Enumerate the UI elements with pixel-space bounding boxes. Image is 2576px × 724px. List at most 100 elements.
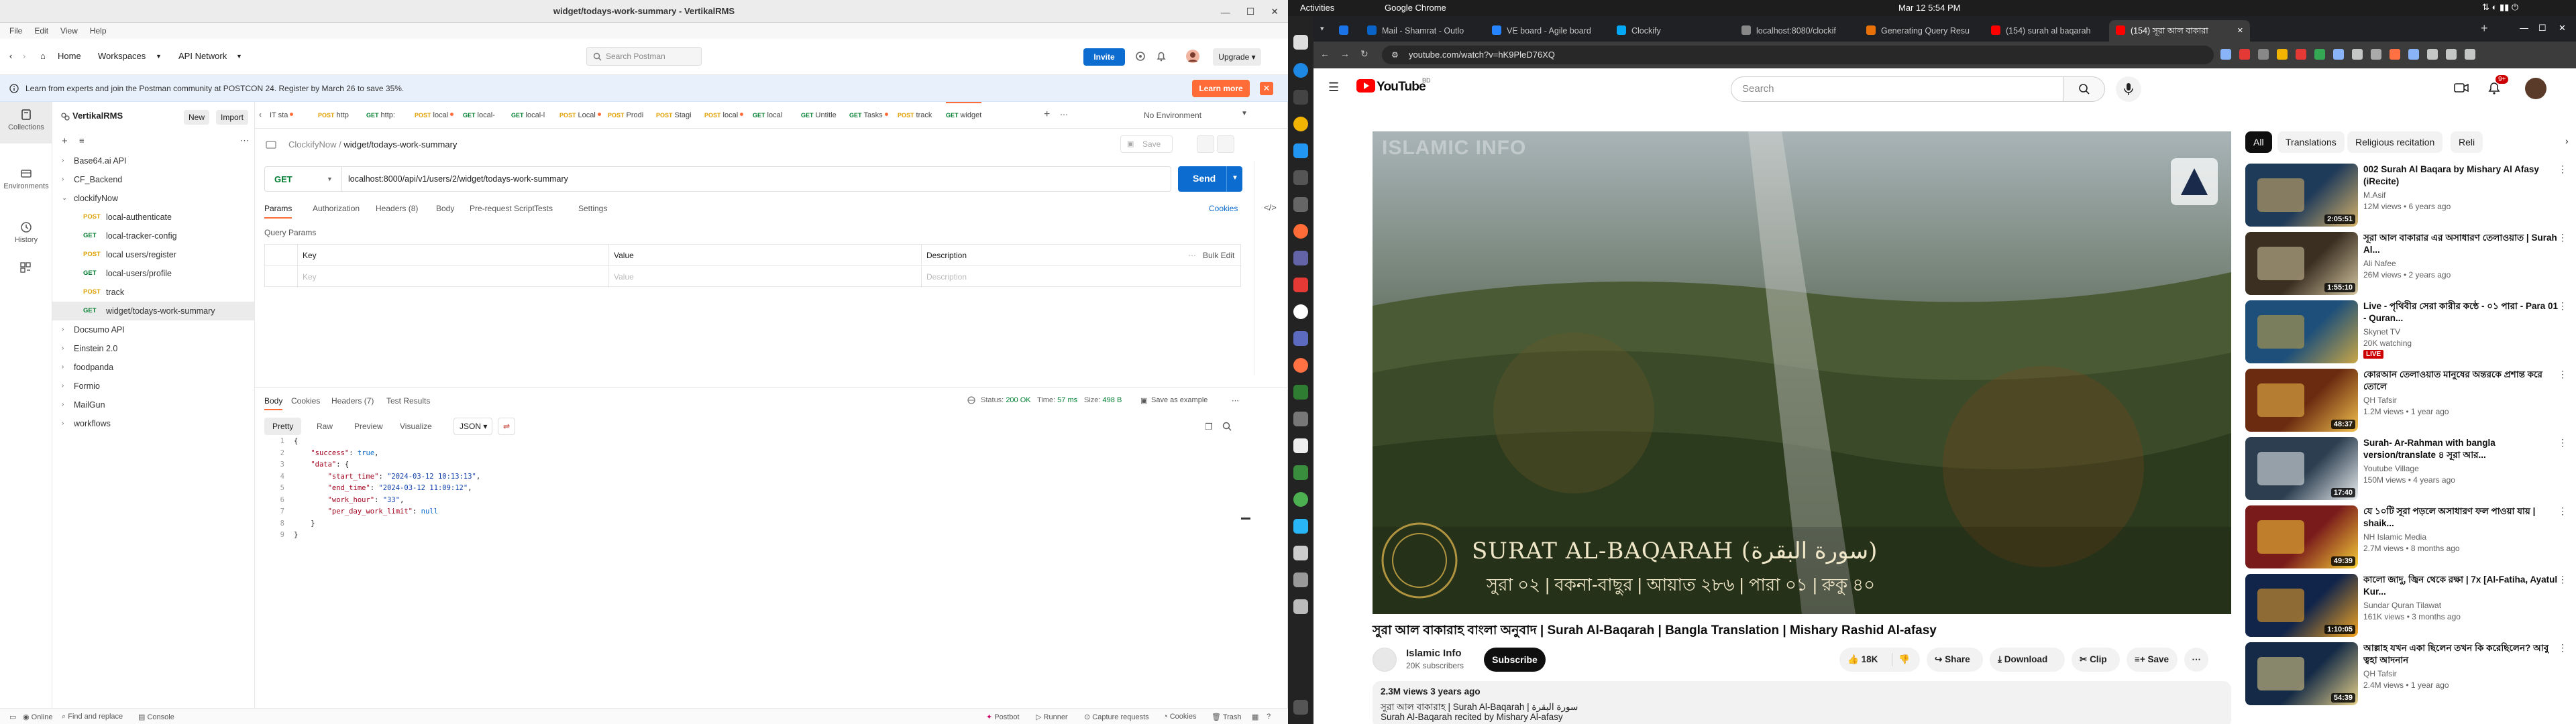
more-actions-icon[interactable]: ⋮ [2558,369,2567,380]
video-thumbnail[interactable]: 1:55:10 [2245,232,2358,295]
tab-authorization[interactable]: Authorization [313,204,360,213]
grid-icon[interactable]: ▦ [1252,713,1258,721]
related-video-channel[interactable]: Skynet TV [2363,327,2400,337]
wrap-lines-icon[interactable]: ⇌ [498,418,515,435]
chevron-right-icon[interactable]: › [62,339,64,358]
trash-button[interactable]: 🗑 Trash [1212,713,1242,721]
related-video-item[interactable]: 1:10:05 কালো জাদু, জ্বিন থেকে রক্ষা | 7x … [2245,574,2567,637]
extension-icon[interactable] [2277,49,2288,60]
clock[interactable]: Mar 12 5:54 PM [1898,3,1961,13]
upgrade-button[interactable]: Upgrade ▾ [1213,48,1261,66]
address-bar[interactable]: ⚙ youtube.com/watch?v=hK9PleD76XQ [1382,46,2214,64]
filter-chip[interactable]: All [2245,131,2272,153]
related-video-channel[interactable]: Youtube Village [2363,464,2419,473]
request-tab[interactable]: GET local-l [511,102,545,129]
related-video-title[interactable]: Live - পৃথিবীর সেরা কারীর কন্ঠে - ০১ পার… [2363,300,2562,324]
url-input[interactable]: localhost:8000/api/v1/users/2/widget/tod… [348,174,568,184]
related-video-item[interactable]: 49:39 যে ১০টি সূরা পড়লে অসাধারণ ফল পাওয়… [2245,505,2567,568]
invite-button[interactable]: Invite [1083,48,1125,66]
sidebar-item-history[interactable]: History [0,221,52,244]
extension-icon[interactable] [2352,49,2363,60]
maximize-icon[interactable]: ☐ [1246,6,1255,17]
calculator-icon[interactable] [1293,197,1308,212]
format-tab[interactable]: Pretty [264,418,302,435]
collection-folder[interactable]: › Formio [52,377,255,396]
related-video-channel[interactable]: NH Islamic Media [2363,532,2426,542]
related-video-channel[interactable]: Sundar Quran Tilawat [2363,601,2441,610]
runner-button[interactable]: ▷ Runner [1036,713,1068,721]
chevron-right-icon[interactable]: › [62,377,64,396]
related-video-channel[interactable]: QH Tafsir [2363,396,2397,405]
video-thumbnail[interactable]: 54:39 [2245,642,2358,705]
http-method-select[interactable]: GET [274,174,292,184]
code-snippet-icon[interactable]: </> [1264,202,1277,213]
collection-folder[interactable]: › foodpanda [52,358,255,377]
tab-headers[interactable]: Headers (8) [376,204,418,213]
browser-tab[interactable]: (154) সূরা আল বাকারা ✕ [2109,20,2250,42]
minimize-icon[interactable]: — [2520,23,2528,33]
sidebar-item-environments[interactable]: Environments [0,168,52,190]
app-icon[interactable] [1293,412,1308,426]
menu-icon[interactable]: ☰ [1328,80,1339,95]
request-tab[interactable]: GET local- [463,102,495,129]
forward-arrow-icon[interactable]: › [23,51,25,61]
language-select[interactable]: JSON ▾ [453,418,492,435]
related-video-title[interactable]: কালো জাদু, জ্বিন থেকে রক্ষা | 7x [Al-Fat… [2363,574,2562,598]
chevron-right-icon[interactable]: › [62,396,64,414]
bulk-edit-link[interactable]: Bulk Edit [1203,251,1234,260]
response-tab[interactable]: Headers (7) [331,396,374,406]
more-options-icon[interactable]: ⋯ [1188,251,1196,260]
download-button[interactable]: ⤓ Download [1990,648,2065,672]
app-icon[interactable] [1293,304,1308,319]
chevron-right-icon[interactable]: › [62,320,64,339]
like-button[interactable]: 👍 18K [1847,648,1878,672]
import-button[interactable]: Import [216,110,248,125]
request-item[interactable]: GET local-users/profile [52,264,255,283]
related-video-item[interactable]: 48:37 কোরআন তেলাওয়াত মানুষের অন্তরকে প্র… [2245,369,2567,432]
browser-tab[interactable]: Clockify [1610,20,1733,42]
home-icon[interactable]: ⌂ [40,51,46,61]
request-tab[interactable]: GET local [753,102,782,129]
response-body-code[interactable]: 1{2 "success": true, 3 "data": {4 "start_… [264,436,1241,543]
response-tab[interactable]: Body [264,396,283,410]
collection-folder[interactable]: › workflows [52,414,255,433]
request-item[interactable]: POST local users/register [52,245,255,264]
system-tray-icons[interactable]: ⇅ ◐ ▮▮ ⏻ [2482,2,2518,13]
browser-tab[interactable]: localhost:8080/clockif [1735,20,1858,42]
app-icon[interactable] [1293,492,1308,507]
search-icon[interactable] [1222,422,1232,431]
capture-requests-button[interactable]: ⊙ Capture requests [1084,713,1149,721]
request-item[interactable]: POST track [52,283,255,302]
extension-icon[interactable] [2220,49,2231,60]
format-tab[interactable]: Preview [346,418,391,435]
youtube-logo[interactable]: YouTube BD [1356,77,1431,94]
related-video-title[interactable]: যে ১০টি সূরা পড়লে অসাধারণ ফল পাওয়া যায… [2363,505,2562,530]
video-thumbnail[interactable]: 49:39 [2245,505,2358,568]
request-tab[interactable]: POST local [415,102,454,129]
chevron-right-icon[interactable]: › [62,152,64,170]
maximize-icon[interactable]: ☐ [2538,23,2546,34]
video-thumbnail[interactable]: 2:05:51 [2245,164,2358,227]
more-actions-icon[interactable]: ⋮ [2558,232,2567,243]
channel-name[interactable]: Islamic Info [1406,648,1462,659]
collection-folder[interactable]: › CF_Backend [52,170,255,189]
tab-settings[interactable]: Settings [578,204,607,213]
key-input[interactable]: Key [303,272,317,282]
extension-icon[interactable] [2296,49,2306,60]
request-tab[interactable]: POST http [318,102,349,129]
filter-chip[interactable]: Translations [2277,131,2345,153]
channel-avatar[interactable] [1373,648,1397,672]
request-tab[interactable]: GET Tasks [849,102,888,129]
search-button[interactable] [2063,76,2105,102]
send-button[interactable]: Send ▼ [1178,166,1242,192]
collection-folder[interactable]: › Docsumo API [52,320,255,339]
menu-file[interactable]: File [9,26,22,36]
scrollbar-handle[interactable] [1241,518,1250,520]
request-tab[interactable]: IT sta [270,102,294,129]
extension-icon[interactable] [2427,49,2438,60]
api-network-menu[interactable]: API Network [178,51,227,61]
chevron-right-icon[interactable]: › [62,414,64,433]
tabs-menu-icon[interactable]: ⋯ [1060,110,1068,119]
browser-tab[interactable]: (154) surah al baqarah [1984,20,2108,42]
layout-icon[interactable]: ▭ [9,713,16,721]
